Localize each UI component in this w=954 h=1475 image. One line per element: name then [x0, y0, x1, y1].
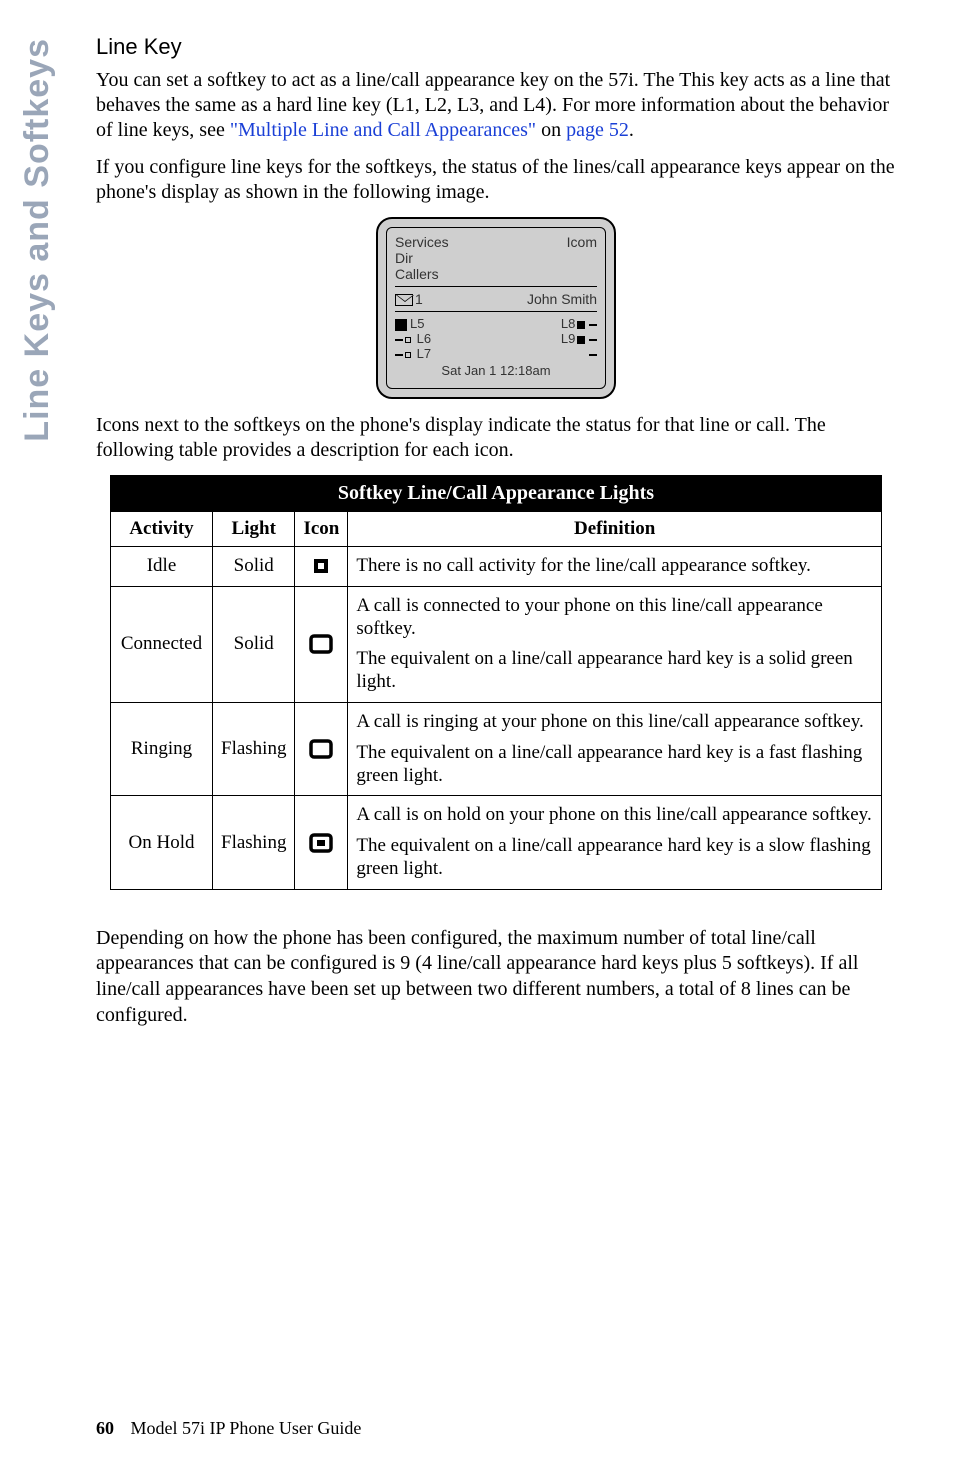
- cell-definition: A call is connected to your phone on thi…: [348, 586, 882, 702]
- col-header-light: Light: [213, 512, 295, 547]
- cell-light: Flashing: [213, 796, 295, 889]
- hollow-dot-icon: [405, 352, 411, 358]
- def-text: There is no call activity for the line/c…: [356, 555, 873, 578]
- section-heading: Line Key: [96, 34, 896, 60]
- def-text: The equivalent on a line/call appearance…: [356, 648, 873, 694]
- phone-line-l9: L9: [561, 331, 597, 346]
- col-header-definition: Definition: [348, 512, 882, 547]
- icons-description-paragraph: Icons next to the softkeys on the phone'…: [96, 413, 896, 463]
- closing-paragraph: Depending on how the phone has been conf…: [96, 926, 886, 1028]
- page-footer: 60 Model 57i IP Phone User Guide: [96, 1418, 361, 1439]
- table-row: Idle Solid There is no call activity for…: [111, 547, 882, 587]
- hollow-dot-icon: [405, 337, 411, 343]
- cell-activity: Idle: [111, 547, 213, 587]
- cell-definition: There is no call activity for the line/c…: [348, 547, 882, 587]
- solid-square-icon: [577, 336, 585, 344]
- phone-line-l7: L7: [395, 346, 431, 361]
- connected-status-icon: [308, 631, 334, 657]
- onhold-status-icon: [308, 830, 334, 856]
- link-multiple-line[interactable]: "Multiple Line and Call Appearances": [230, 119, 536, 141]
- phone-msg-indicator: 1: [395, 291, 423, 307]
- idle-status-icon: [311, 556, 331, 576]
- page-number: 60: [96, 1418, 114, 1438]
- def-text: A call is connected to your phone on thi…: [356, 595, 873, 641]
- cell-icon: [295, 702, 348, 795]
- phone-softkey-callers: Callers: [395, 266, 597, 282]
- softkey-lights-table: Softkey Line/Call Appearance Lights Acti…: [110, 475, 882, 890]
- phone-caller-name: John Smith: [527, 291, 597, 307]
- footer-title: Model 57i IP Phone User Guide: [131, 1418, 362, 1438]
- def-text: A call is ringing at your phone on this …: [356, 711, 873, 734]
- phone-l7-label: L7: [417, 346, 431, 361]
- phone-l9-label: L9: [561, 331, 575, 346]
- def-text: The equivalent on a line/call appearance…: [356, 742, 873, 788]
- phone-line-right-dash: [589, 346, 597, 361]
- ringing-status-icon: [308, 736, 334, 762]
- cell-light: Solid: [213, 547, 295, 587]
- link-page-52[interactable]: page 52: [566, 119, 629, 141]
- cell-light: Solid: [213, 586, 295, 702]
- phone-softkey-services: Services: [395, 234, 449, 250]
- def-text: A call is on hold on your phone on this …: [356, 804, 873, 827]
- col-header-activity: Activity: [111, 512, 213, 547]
- solid-square-icon: [395, 319, 407, 331]
- def-text: The equivalent on a line/call appearance…: [356, 835, 873, 881]
- cell-activity: On Hold: [111, 796, 213, 889]
- cell-icon: [295, 586, 348, 702]
- cell-light: Flashing: [213, 702, 295, 795]
- side-tab: Line Keys and Softkeys: [18, 38, 57, 442]
- phone-display-figure: Services Icom Dir Callers 1 John Smith L…: [376, 217, 616, 399]
- table-row: On Hold Flashing A call is on hold on yo…: [111, 796, 882, 889]
- phone-msg-count: 1: [415, 291, 423, 307]
- cell-icon: [295, 796, 348, 889]
- phone-line-l5: L5: [395, 316, 424, 331]
- solid-square-icon: [577, 321, 585, 329]
- cell-icon: [295, 547, 348, 587]
- p1-part-c: .: [629, 119, 634, 141]
- intro-paragraph-1: You can set a softkey to act as a line/c…: [96, 68, 896, 143]
- envelope-icon: [395, 294, 413, 306]
- phone-line-l6: L6: [395, 331, 431, 346]
- col-header-icon: Icon: [295, 512, 348, 547]
- phone-l6-label: L6: [417, 331, 431, 346]
- phone-line-l8: L8: [561, 316, 597, 331]
- cell-activity: Connected: [111, 586, 213, 702]
- cell-definition: A call is on hold on your phone on this …: [348, 796, 882, 889]
- phone-l5-label: L5: [410, 316, 424, 331]
- table-title: Softkey Line/Call Appearance Lights: [111, 476, 882, 512]
- phone-softkey-icom: Icom: [567, 234, 597, 250]
- table-row: Connected Solid A call is connected to y…: [111, 586, 882, 702]
- cell-definition: A call is ringing at your phone on this …: [348, 702, 882, 795]
- phone-softkey-dir: Dir: [395, 250, 597, 266]
- phone-l8-label: L8: [561, 316, 575, 331]
- phone-datetime: Sat Jan 1 12:18am: [395, 363, 597, 378]
- p1-part-b: on: [536, 119, 566, 141]
- cell-activity: Ringing: [111, 702, 213, 795]
- table-row: Ringing Flashing A call is ringing at yo…: [111, 702, 882, 795]
- intro-paragraph-2: If you configure line keys for the softk…: [96, 155, 896, 205]
